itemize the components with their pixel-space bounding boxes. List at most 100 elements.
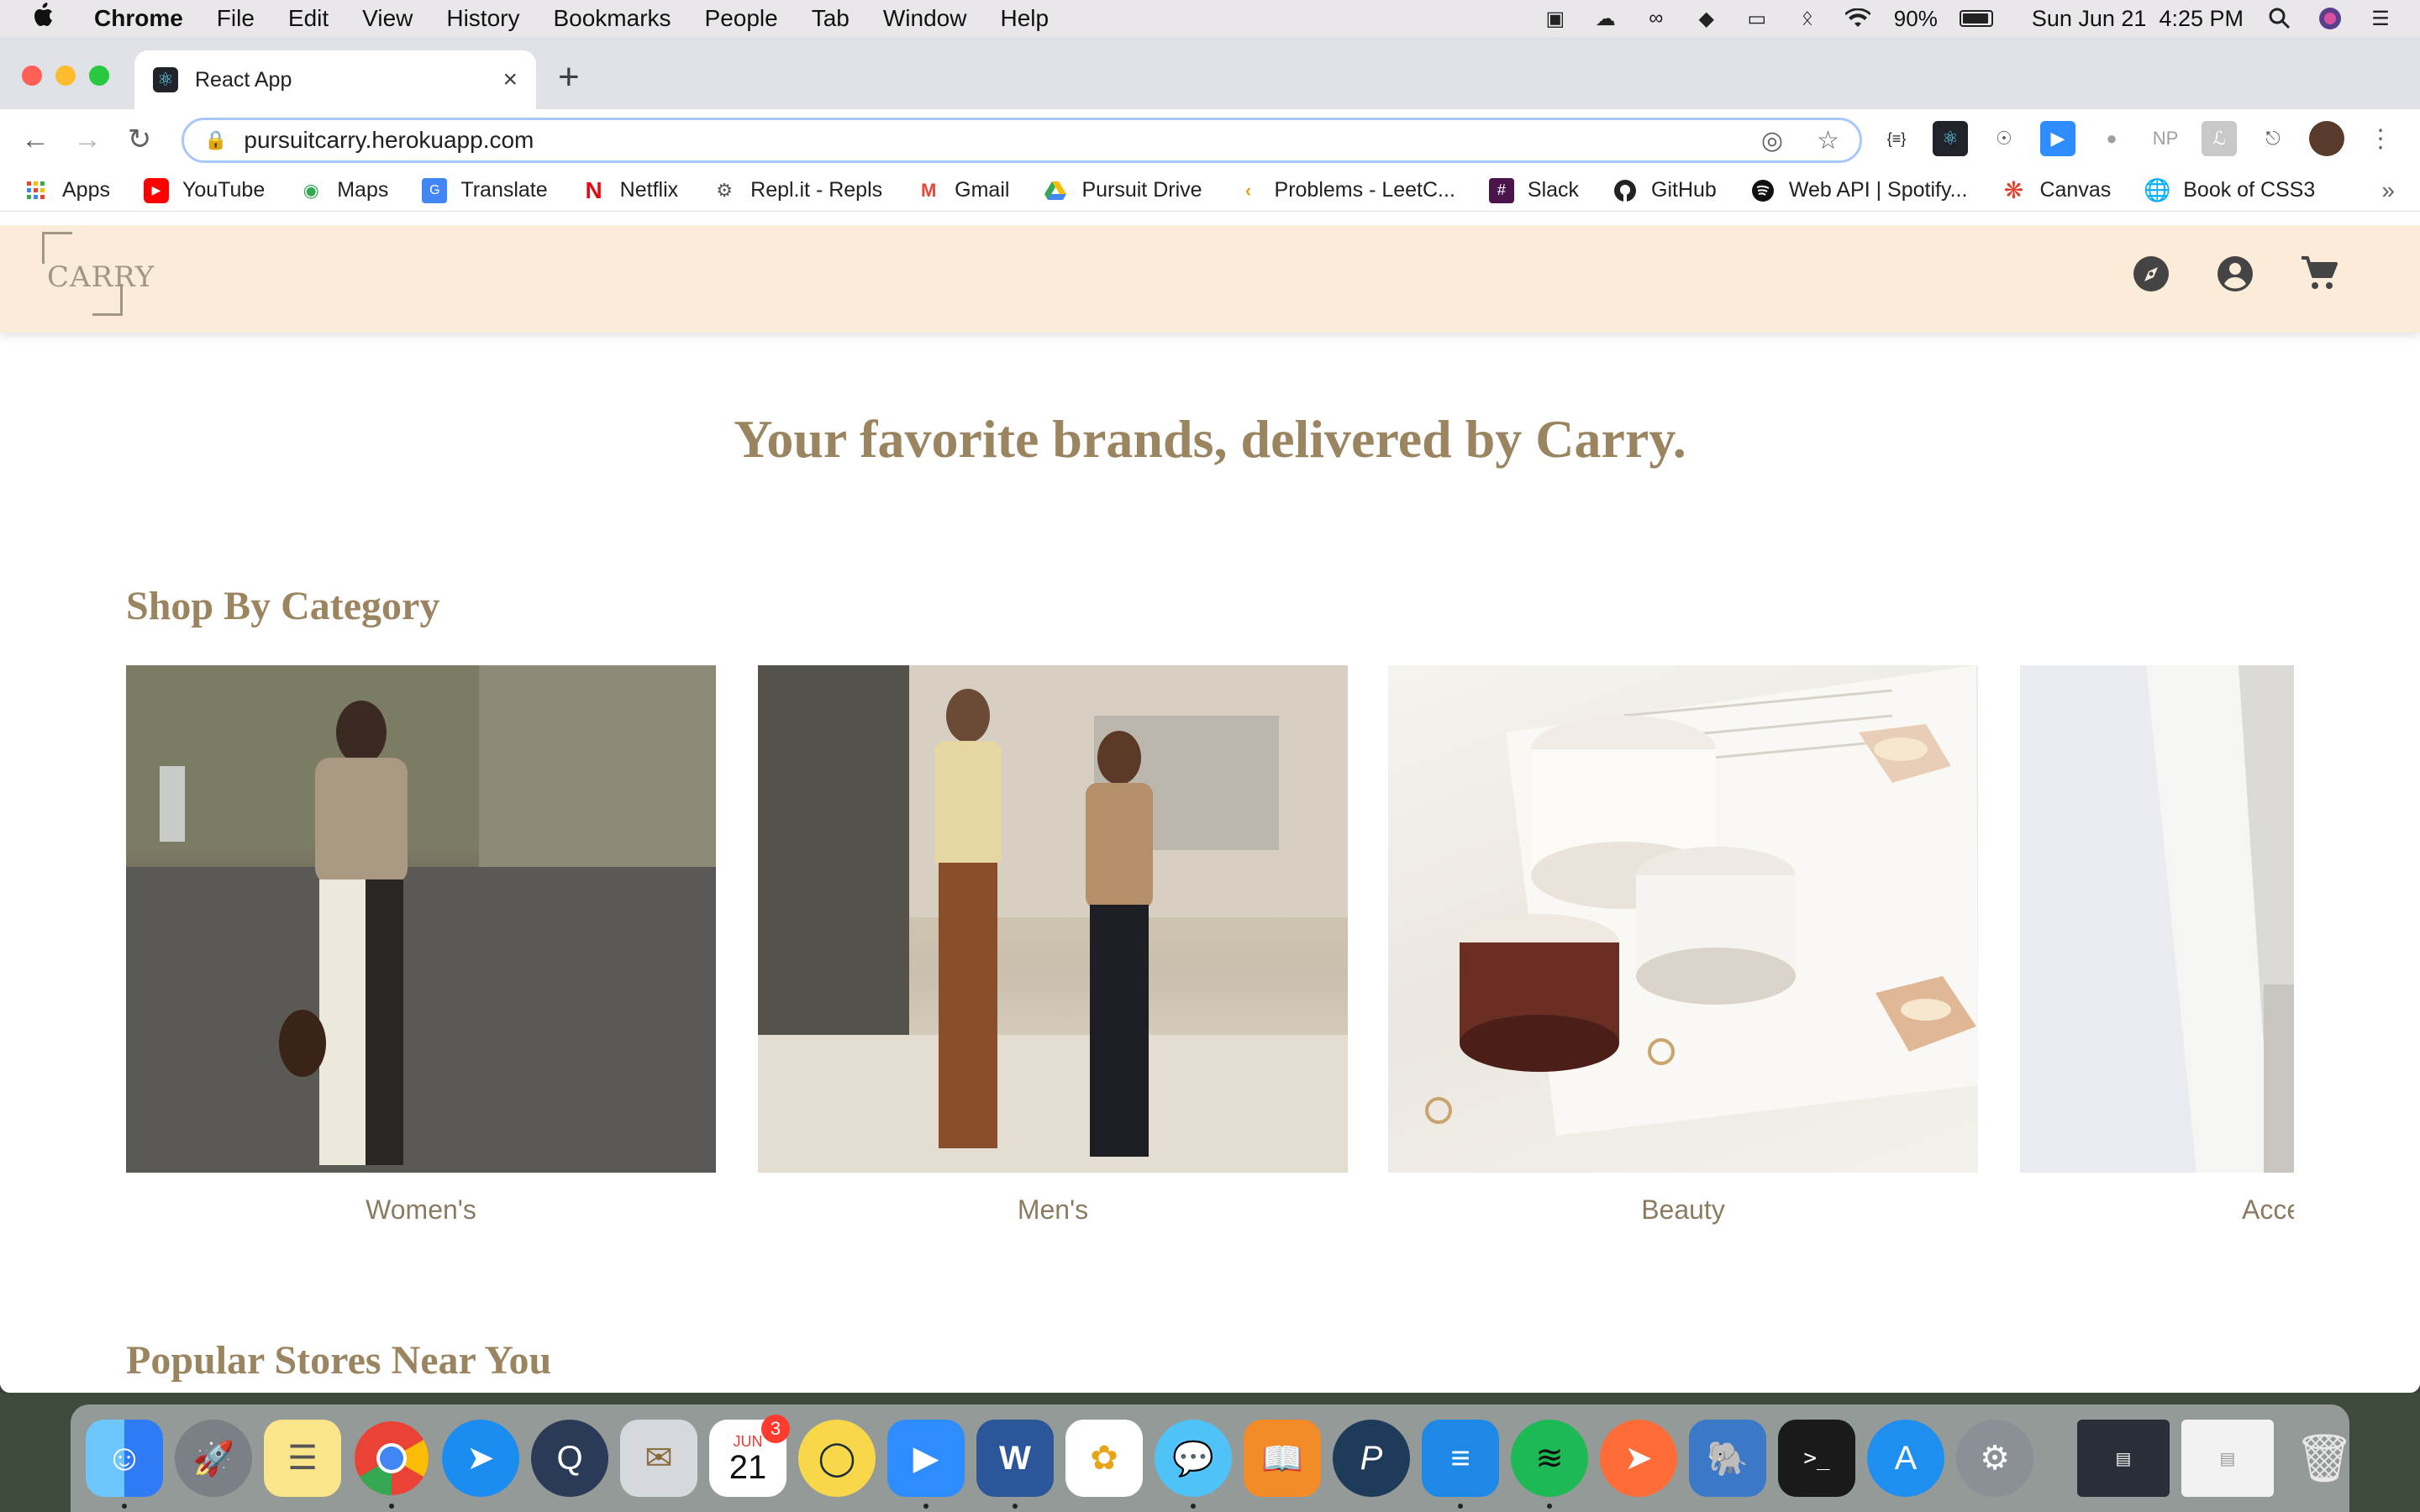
window-close-button[interactable] — [22, 66, 42, 86]
chrome-menu-icon[interactable]: ⋮ — [2363, 121, 2398, 156]
bookmark-canvas[interactable]: ❋ Canvas — [2001, 177, 2112, 203]
notification-center-icon[interactable]: ☰ — [2366, 7, 2395, 30]
battery-icon[interactable] — [1959, 10, 1993, 27]
app-store-icon[interactable]: A — [1867, 1420, 1944, 1497]
menu-people[interactable]: People — [705, 5, 778, 32]
accessories-category-image[interactable] — [2020, 665, 2294, 1173]
postman-icon[interactable]: ➤ — [1600, 1420, 1677, 1497]
mens-category-image[interactable] — [758, 665, 1348, 1173]
bookmark-star-icon[interactable]: ☆ — [1817, 126, 1839, 155]
system-preferences-icon[interactable]: ⚙ — [1956, 1420, 2033, 1497]
launchpad-icon[interactable]: 🚀 — [175, 1420, 252, 1497]
account-circle-icon[interactable] — [2215, 254, 2255, 294]
shopping-cart-icon[interactable] — [2299, 254, 2339, 294]
airplay-icon[interactable]: ▭ — [1743, 7, 1771, 30]
menu-history[interactable]: History — [446, 5, 519, 32]
bookmark-github[interactable]: GitHub — [1612, 178, 1717, 203]
bookmark-apps[interactable]: Apps — [24, 178, 110, 203]
menu-bookmarks[interactable]: Bookmarks — [553, 5, 671, 32]
mail-stamp-icon[interactable]: ✉ — [620, 1420, 697, 1497]
menu-app-name[interactable]: Chrome — [94, 5, 183, 32]
bookmark-leetcode[interactable]: ‹ Problems - LeetC... — [1236, 178, 1455, 203]
bookmark-gmail[interactable]: M Gmail — [916, 178, 1009, 203]
bookmark-youtube[interactable]: ▶ YouTube — [143, 177, 265, 203]
bookmark-slack[interactable]: # Slack — [1488, 177, 1579, 203]
category-card-beauty[interactable]: Beauty — [1388, 665, 1978, 1226]
terminal-icon[interactable]: >_ — [1778, 1420, 1855, 1497]
photos-icon[interactable]: ✿ — [1065, 1420, 1143, 1497]
beauty-category-image[interactable] — [1388, 665, 1978, 1173]
bookmark-book-of-css3[interactable]: 🌐 Book of CSS3 — [2144, 177, 2315, 203]
siri-icon[interactable] — [2316, 7, 2344, 30]
carry-logo[interactable]: CARRY — [42, 232, 154, 316]
react-devtools-icon[interactable]: ⚛ — [1933, 121, 1968, 156]
window-minimize-button[interactable] — [55, 66, 76, 86]
menu-edit[interactable]: Edit — [288, 5, 329, 32]
word-icon[interactable]: W — [976, 1420, 1054, 1509]
menu-view[interactable]: View — [362, 5, 413, 32]
spotlight-search-icon[interactable] — [2265, 7, 2294, 30]
menu-tab[interactable]: Tab — [812, 5, 850, 32]
k-extension-icon[interactable]: ℒ — [2202, 121, 2237, 156]
lock-icon[interactable]: 🔒 — [204, 129, 227, 151]
tableplus-elephant-icon[interactable]: 🐘 — [1689, 1420, 1766, 1497]
category-label-womens[interactable]: Women's — [126, 1194, 716, 1226]
category-card-mens[interactable]: Men's — [758, 665, 1348, 1226]
puzzle-extensions-icon[interactable]: ⎋ — [2255, 121, 2291, 156]
pivotal-icon[interactable]: P — [1333, 1420, 1410, 1497]
wifi-icon[interactable] — [1844, 7, 1872, 30]
books-icon[interactable]: 📖 — [1244, 1420, 1321, 1497]
womens-category-image[interactable] — [126, 665, 716, 1173]
forward-arrow-icon[interactable]: → — [71, 123, 104, 156]
back-arrow-icon[interactable]: ← — [18, 123, 52, 156]
chat-extension-icon[interactable]: ● — [2094, 121, 2129, 156]
minimized-window-chrome-icon[interactable]: ▤ — [2181, 1420, 2274, 1497]
menu-window[interactable]: Window — [883, 5, 967, 32]
reload-icon[interactable]: ↻ — [123, 123, 156, 156]
browser-tab-active[interactable]: ⚛ React App × — [134, 50, 536, 109]
quicktime-icon[interactable]: Q — [531, 1420, 608, 1497]
address-bar[interactable]: 🔒 pursuitcarry.herokuapp.com ◎ ☆ — [182, 118, 1862, 163]
notes-icon[interactable]: ☰ — [264, 1420, 341, 1497]
bookmark-pursuit-drive[interactable]: Pursuit Drive — [1043, 178, 1202, 203]
category-card-womens[interactable]: Women's — [126, 665, 716, 1226]
apple-menu-icon[interactable] — [32, 3, 66, 34]
bookmark-netflix[interactable]: N Netflix — [581, 177, 679, 203]
zoom-icon[interactable]: ▶ — [887, 1420, 965, 1509]
new-tab-button[interactable]: + — [558, 59, 580, 96]
bookmark-replit[interactable]: ⚙ Repl.it - Repls — [712, 178, 882, 203]
category-label-beauty[interactable]: Beauty — [1388, 1194, 1978, 1226]
np-extension-icon[interactable]: NP — [2148, 121, 2183, 156]
finder-icon[interactable]: ☺ — [86, 1420, 163, 1509]
bookmark-spotify-api[interactable]: Web API | Spotify... — [1750, 178, 1967, 203]
zoom-extension-icon[interactable]: ▶ — [2040, 121, 2075, 156]
profile-avatar[interactable] — [2309, 121, 2344, 156]
category-label-mens[interactable]: Men's — [758, 1194, 1348, 1226]
bookmark-translate[interactable]: G Translate — [422, 177, 548, 203]
evernote-icon[interactable]: ◆ — [1692, 7, 1721, 30]
address-url[interactable]: pursuitcarry.herokuapp.com — [244, 127, 534, 154]
trash-icon[interactable]: 🗑 — [2286, 1420, 2363, 1497]
messages-icon[interactable]: 💬 — [1155, 1420, 1232, 1509]
compass-icon[interactable] — [2131, 254, 2171, 294]
menubar-datetime[interactable]: Sun Jun 21 4:25 PM — [2032, 6, 2244, 32]
basecamp-icon[interactable]: ◯ — [798, 1420, 876, 1497]
category-card-accessories[interactable]: Acce — [2020, 665, 2294, 1226]
menu-file[interactable]: File — [217, 5, 255, 32]
minimized-window-code-icon[interactable]: ▤ — [2077, 1420, 2170, 1497]
chrome-icon[interactable] — [353, 1420, 430, 1509]
screen-recorder-icon[interactable]: ▣ — [1541, 7, 1570, 30]
tab-close-icon[interactable]: × — [502, 66, 518, 94]
window-zoom-button[interactable] — [89, 66, 109, 86]
menu-help[interactable]: Help — [1000, 5, 1049, 32]
spotify-dock-icon[interactable]: ≋ — [1511, 1420, 1588, 1509]
camera-extension-icon[interactable]: ☉ — [1986, 121, 2022, 156]
bluetooth-icon[interactable]: ᛟ — [1793, 7, 1822, 30]
calendar-icon[interactable]: JUN 21 3 — [709, 1415, 790, 1497]
location-icon[interactable]: ◎ — [1761, 126, 1783, 155]
bookmark-maps[interactable]: ◉ Maps — [298, 178, 389, 203]
category-label-accessories[interactable]: Acce — [2020, 1194, 2294, 1226]
json-viewer-extension-icon[interactable]: {≡} — [1879, 121, 1914, 156]
safari-icon[interactable]: ➤ — [442, 1420, 519, 1497]
bookmarks-overflow-icon[interactable]: » — [2381, 177, 2395, 204]
